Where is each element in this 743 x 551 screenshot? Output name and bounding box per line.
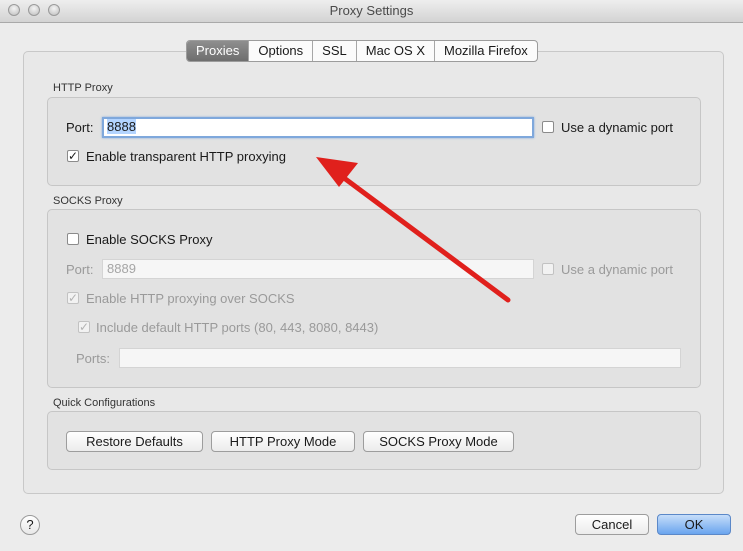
include-default-ports-label: Include default HTTP ports (80, 443, 808… bbox=[96, 320, 379, 335]
http-proxy-section-label: HTTP Proxy bbox=[53, 82, 113, 94]
socks-port-input[interactable]: 8889 bbox=[102, 259, 534, 279]
check-icon: ✓ bbox=[68, 291, 79, 305]
tab-bar: Proxies Options SSL Mac OS X Mozilla Fir… bbox=[186, 40, 538, 62]
enable-socks-label: Enable SOCKS Proxy bbox=[86, 232, 213, 247]
http-proxy-mode-button[interactable]: HTTP Proxy Mode bbox=[211, 431, 355, 452]
transparent-proxy-label: Enable transparent HTTP proxying bbox=[86, 149, 286, 164]
check-icon: ✓ bbox=[79, 320, 90, 334]
http-dynamic-port-label: Use a dynamic port bbox=[561, 120, 673, 135]
check-icon: ✓ bbox=[68, 149, 79, 163]
http-dynamic-port-checkbox[interactable] bbox=[542, 121, 554, 133]
ports-label: Ports: bbox=[76, 351, 110, 366]
window-title: Proxy Settings bbox=[329, 3, 414, 18]
include-default-ports-checkbox[interactable]: ✓ bbox=[78, 321, 90, 333]
http-proxy-group bbox=[47, 97, 701, 186]
tab-ssl[interactable]: SSL bbox=[312, 41, 356, 61]
ok-button[interactable]: OK bbox=[657, 514, 731, 535]
http-over-socks-checkbox[interactable]: ✓ bbox=[67, 292, 79, 304]
socks-proxy-mode-button[interactable]: SOCKS Proxy Mode bbox=[363, 431, 514, 452]
restore-defaults-button[interactable]: Restore Defaults bbox=[66, 431, 203, 452]
socks-dynamic-port-label: Use a dynamic port bbox=[561, 262, 673, 277]
http-port-input[interactable]: 8888 bbox=[102, 117, 534, 138]
http-port-value: 8888 bbox=[107, 119, 136, 134]
http-port-label: Port: bbox=[66, 120, 94, 135]
quick-config-section-label: Quick Configurations bbox=[53, 397, 156, 409]
tab-proxies[interactable]: Proxies bbox=[187, 41, 249, 61]
tab-mac-os-x[interactable]: Mac OS X bbox=[355, 41, 434, 61]
transparent-proxy-checkbox[interactable]: ✓ bbox=[67, 150, 79, 162]
enable-socks-checkbox[interactable] bbox=[67, 233, 79, 245]
proxy-settings-window: Proxy Settings Proxies Options SSL Mac O… bbox=[0, 0, 743, 551]
socks-proxy-section-label: SOCKS Proxy bbox=[53, 195, 123, 207]
ports-input[interactable] bbox=[119, 348, 681, 368]
help-button[interactable]: ? bbox=[20, 515, 40, 535]
cancel-button[interactable]: Cancel bbox=[575, 514, 649, 535]
title-bar[interactable]: Proxy Settings bbox=[0, 0, 743, 23]
tab-mozilla-firefox[interactable]: Mozilla Firefox bbox=[434, 41, 537, 61]
http-over-socks-label: Enable HTTP proxying over SOCKS bbox=[86, 291, 295, 306]
socks-dynamic-port-checkbox[interactable] bbox=[542, 263, 554, 275]
socks-port-label: Port: bbox=[66, 262, 94, 277]
tab-options[interactable]: Options bbox=[248, 41, 312, 61]
